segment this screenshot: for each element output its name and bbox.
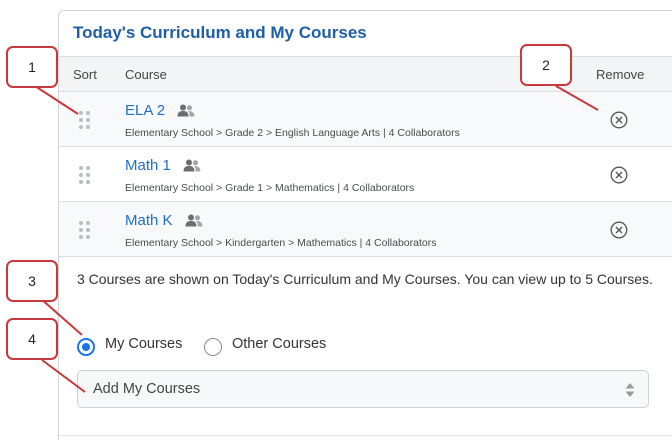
sort-column-header: Sort bbox=[73, 67, 97, 82]
remove-column-header: Remove bbox=[596, 67, 645, 82]
table-row: ELA 2 Elementary School > Grade 2 > Engl… bbox=[59, 92, 672, 147]
up-down-arrows-icon bbox=[625, 383, 635, 397]
select-value: Add My Courses bbox=[93, 381, 201, 397]
course-count-info: 3 Courses are shown on Today's Curriculu… bbox=[77, 271, 653, 287]
course-column-header: Course bbox=[125, 67, 167, 82]
callout-2: 2 bbox=[520, 44, 572, 86]
course-link[interactable]: Math 1 bbox=[125, 157, 201, 174]
people-icon bbox=[177, 104, 195, 117]
table-header: Sort Course Remove bbox=[59, 56, 672, 92]
divider bbox=[59, 435, 672, 436]
remove-circle-x-icon[interactable] bbox=[609, 110, 629, 130]
radio-checked-icon bbox=[77, 338, 95, 356]
course-link[interactable]: ELA 2 bbox=[125, 102, 195, 119]
remove-circle-x-icon[interactable] bbox=[609, 220, 629, 240]
radio-unchecked-icon bbox=[204, 338, 222, 356]
course-breadcrumb: Elementary School > Grade 1 > Mathematic… bbox=[125, 182, 415, 194]
course-link[interactable]: Math K bbox=[125, 212, 203, 229]
course-breadcrumb: Elementary School > Kindergarten > Mathe… bbox=[125, 237, 437, 249]
remove-circle-x-icon[interactable] bbox=[609, 165, 629, 185]
curriculum-panel: Today's Curriculum and My Courses Sort C… bbox=[58, 10, 672, 440]
drag-handle-icon[interactable] bbox=[79, 221, 91, 239]
course-breadcrumb: Elementary School > Grade 2 > English La… bbox=[125, 127, 460, 139]
callout-1: 1 bbox=[6, 46, 58, 88]
table-row: Math K Elementary School > Kindergarten … bbox=[59, 202, 672, 257]
drag-handle-icon[interactable] bbox=[79, 166, 91, 184]
callout-4: 4 bbox=[6, 318, 58, 360]
people-icon bbox=[185, 214, 203, 227]
radio-label: My Courses bbox=[105, 336, 183, 352]
people-icon bbox=[183, 159, 201, 172]
add-my-courses-select[interactable]: Add My Courses bbox=[77, 370, 649, 408]
table-row: Math 1 Elementary School > Grade 1 > Mat… bbox=[59, 147, 672, 202]
panel-title: Today's Curriculum and My Courses bbox=[73, 23, 367, 42]
drag-handle-icon[interactable] bbox=[79, 111, 91, 129]
radio-label: Other Courses bbox=[232, 336, 327, 352]
callout-3: 3 bbox=[6, 260, 58, 302]
